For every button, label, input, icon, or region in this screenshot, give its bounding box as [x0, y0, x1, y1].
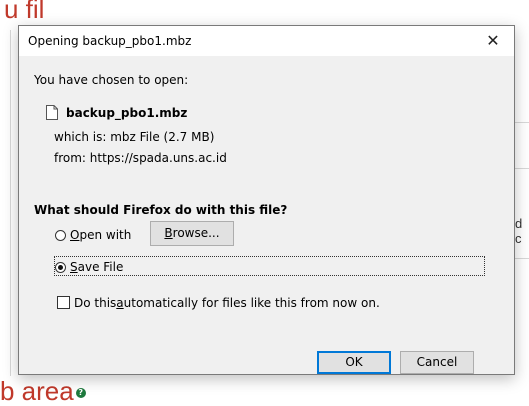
background-heading-bottom: b area?	[0, 376, 86, 406]
background-divider-vertical	[10, 30, 11, 376]
which-is-label: which is:	[54, 130, 107, 144]
file-source-value: https://spada.uns.ac.id	[89, 151, 227, 165]
save-file-radio[interactable]	[55, 261, 66, 273]
auto-action-label[interactable]: Do this a utomatically for files like thi…	[74, 296, 380, 310]
chosen-to-open-label: You have chosen to open:	[34, 73, 189, 87]
file-name: backup_pbo1.mbz	[66, 105, 188, 120]
open-with-radio[interactable]	[55, 229, 66, 241]
from-label: from:	[54, 151, 86, 165]
dialog-titlebar[interactable]: Opening backup_pbo1.mbz ✕	[19, 26, 514, 56]
background-heading-top: u fil	[4, 0, 45, 24]
ok-button[interactable]: OK	[317, 351, 391, 374]
browse-button[interactable]: Browse...	[150, 221, 234, 246]
open-with-option[interactable]: Open with	[55, 228, 131, 242]
auto-action-checkbox[interactable]	[57, 296, 70, 309]
file-icon	[46, 105, 58, 120]
close-button[interactable]: ✕	[472, 26, 514, 56]
file-source-row: from: https://spada.uns.ac.id	[54, 151, 227, 165]
dialog-title: Opening backup_pbo1.mbz	[28, 34, 192, 48]
cancel-button[interactable]: Cancel	[400, 351, 474, 374]
file-type-row: which is: mbz File (2.7 MB)	[54, 130, 214, 144]
help-icon[interactable]: ?	[75, 388, 86, 399]
file-type-value: mbz File (2.7 MB)	[110, 130, 215, 144]
background-text-fragment: d c	[515, 216, 523, 246]
save-file-option[interactable]: Save File	[55, 260, 123, 274]
save-file-label[interactable]: Save File	[70, 260, 123, 274]
action-question: What should Firefox do with this file?	[34, 203, 288, 217]
file-row: backup_pbo1.mbz	[46, 105, 187, 120]
close-icon: ✕	[486, 31, 500, 50]
open-with-label[interactable]: Open with	[70, 228, 131, 242]
download-dialog: Opening backup_pbo1.mbz ✕ You have chose…	[18, 25, 515, 375]
background-heading-bottom-text: b area	[0, 376, 74, 406]
